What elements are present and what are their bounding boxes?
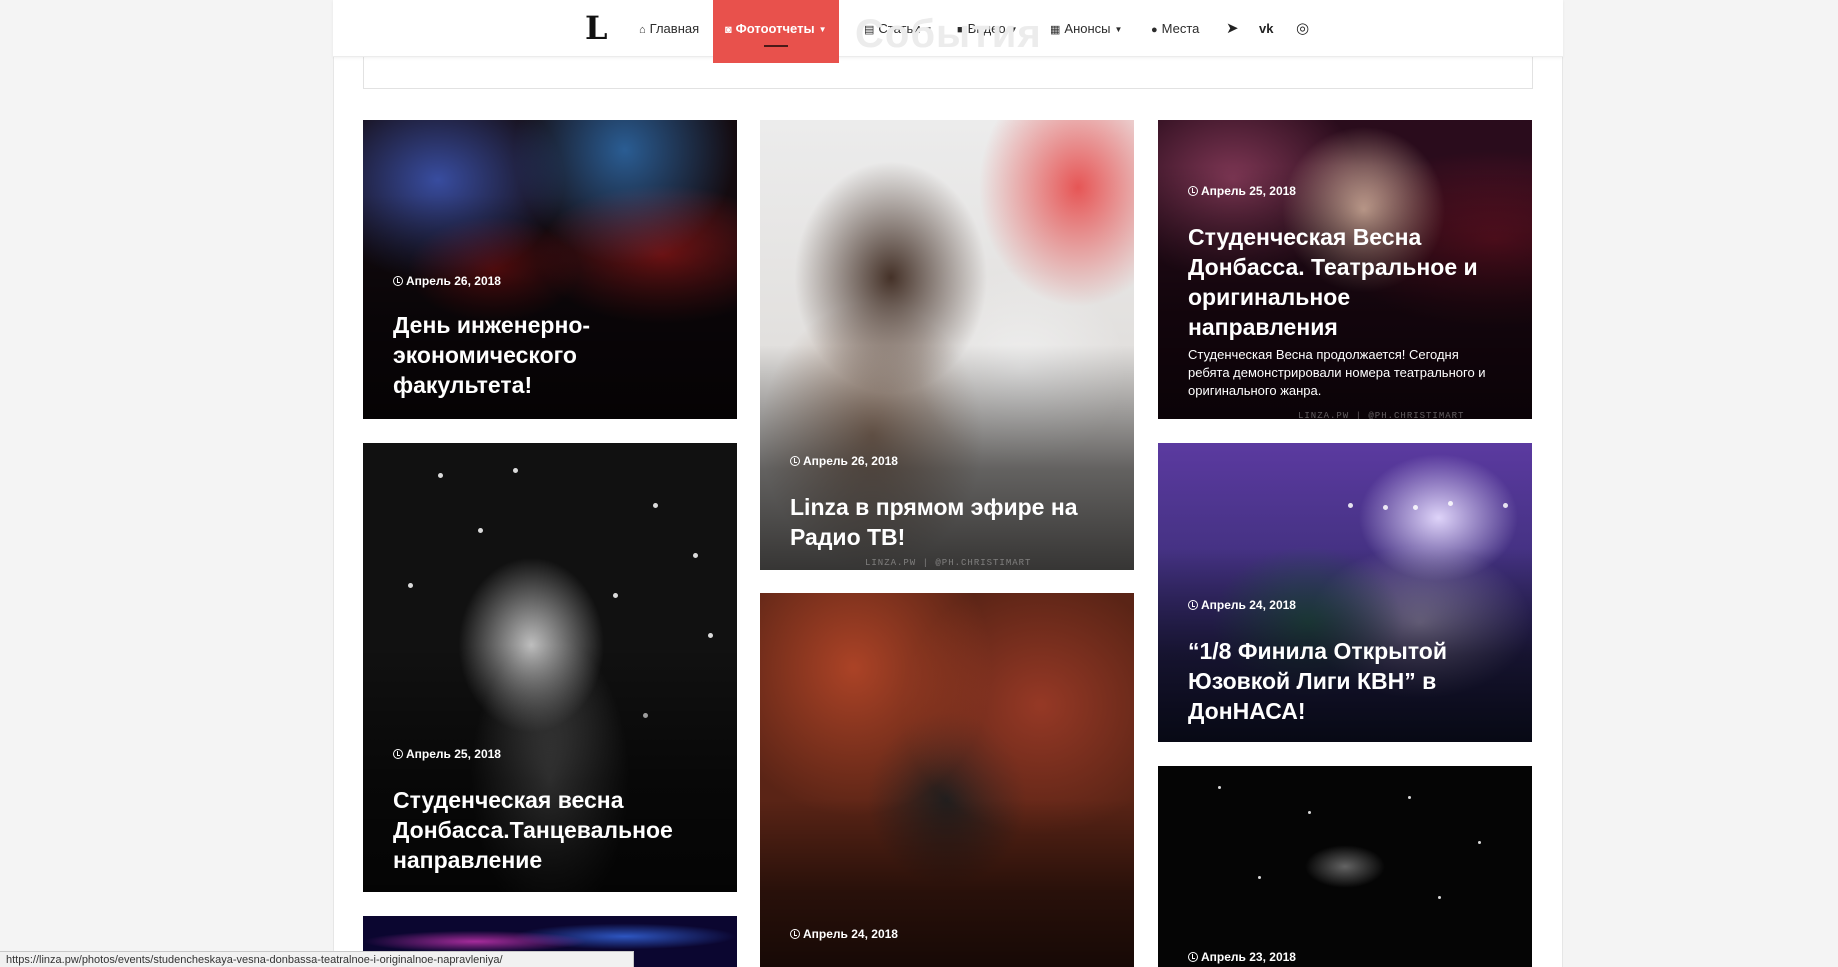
post-title[interactable]: Студенческая Весна Донбасса. Театральное… xyxy=(1188,222,1506,342)
clock-icon xyxy=(1188,600,1198,610)
post-card[interactable]: Апрель 24, 2018 xyxy=(760,593,1134,967)
post-title[interactable]: “1/8 Финила Открытой Юзовкой Лиги КВН” в… xyxy=(1188,636,1506,726)
vk-icon[interactable]: vk xyxy=(1259,0,1273,57)
clock-icon xyxy=(393,749,403,759)
site-logo[interactable]: L xyxy=(585,10,615,46)
post-card[interactable]: Апрель 26, 2018 Linza в прямом эфире на … xyxy=(760,120,1134,570)
nav-item-label: Фотоотчеты xyxy=(735,21,815,36)
telegram-icon[interactable]: ➤ xyxy=(1226,0,1239,57)
nav-item-label: Главная xyxy=(649,21,700,36)
chevron-down-icon: ▼ xyxy=(1114,25,1123,35)
nav-item-places[interactable]: ● Места xyxy=(1151,0,1199,57)
post-card[interactable]: Апрель 26, 2018 День инженерно-экономиче… xyxy=(363,120,737,419)
photo-watermark: LINZA.PW | @PH.CHRISTIMART xyxy=(865,558,1032,568)
nav-item-label: Анонсы xyxy=(1064,21,1111,36)
active-indicator xyxy=(763,45,788,47)
clock-icon xyxy=(1188,952,1198,962)
map-marker-icon: ● xyxy=(1151,24,1158,36)
clock-icon xyxy=(393,276,403,286)
nav-item-photo-reports[interactable]: ◙ Фотоотчеты ▼ xyxy=(713,0,839,63)
post-date: Апрель 26, 2018 xyxy=(790,454,898,468)
status-bar-url: https://linza.pw/photos/events/studenche… xyxy=(0,951,634,967)
clock-icon xyxy=(790,456,800,466)
post-title[interactable]: Студенческая весна Донбасса.Танцевальное… xyxy=(393,785,711,875)
post-card[interactable]: Апрель 23, 2018 xyxy=(1158,766,1532,967)
post-date: Апрель 26, 2018 xyxy=(393,274,501,288)
post-card[interactable]: Апрель 25, 2018 Студенческая Весна Донба… xyxy=(1158,120,1532,419)
clock-icon xyxy=(790,929,800,939)
clock-icon xyxy=(1188,186,1198,196)
card-overlay xyxy=(760,798,1134,967)
post-title[interactable]: День инженерно-экономического факультета… xyxy=(393,310,711,400)
post-card[interactable]: Апрель 25, 2018 Студенческая весна Донба… xyxy=(363,443,737,892)
post-date: Апрель 24, 2018 xyxy=(1188,598,1296,612)
calendar-icon: ▦ xyxy=(1050,24,1061,36)
home-icon: ⌂ xyxy=(639,24,646,36)
section-heading: События xyxy=(855,12,1042,56)
camera-icon: ◙ xyxy=(725,24,732,36)
instagram-icon[interactable]: ◎ xyxy=(1296,0,1309,57)
post-card[interactable]: Апрель 24, 2018 “1/8 Финила Открытой Юзо… xyxy=(1158,443,1532,742)
post-title[interactable]: Linza в прямом эфире на Радио ТВ! xyxy=(790,492,1108,552)
post-date: Апрель 24, 2018 xyxy=(790,927,898,941)
nav-item-announcements[interactable]: ▦ Анонсы ▼ xyxy=(1050,0,1122,57)
post-date: Апрель 25, 2018 xyxy=(393,747,501,761)
nav-item-label: Места xyxy=(1161,21,1200,36)
post-date: Апрель 25, 2018 xyxy=(1188,184,1296,198)
photo-watermark: LINZA.PW | @PH.CHRISTIMART xyxy=(1298,411,1465,419)
chevron-down-icon: ▼ xyxy=(818,25,827,35)
post-excerpt: Студенческая Весна продолжается! Сегодня… xyxy=(1188,347,1486,398)
nav-item-home[interactable]: ⌂ Главная xyxy=(639,0,699,57)
post-date: Апрель 23, 2018 xyxy=(1188,950,1296,964)
